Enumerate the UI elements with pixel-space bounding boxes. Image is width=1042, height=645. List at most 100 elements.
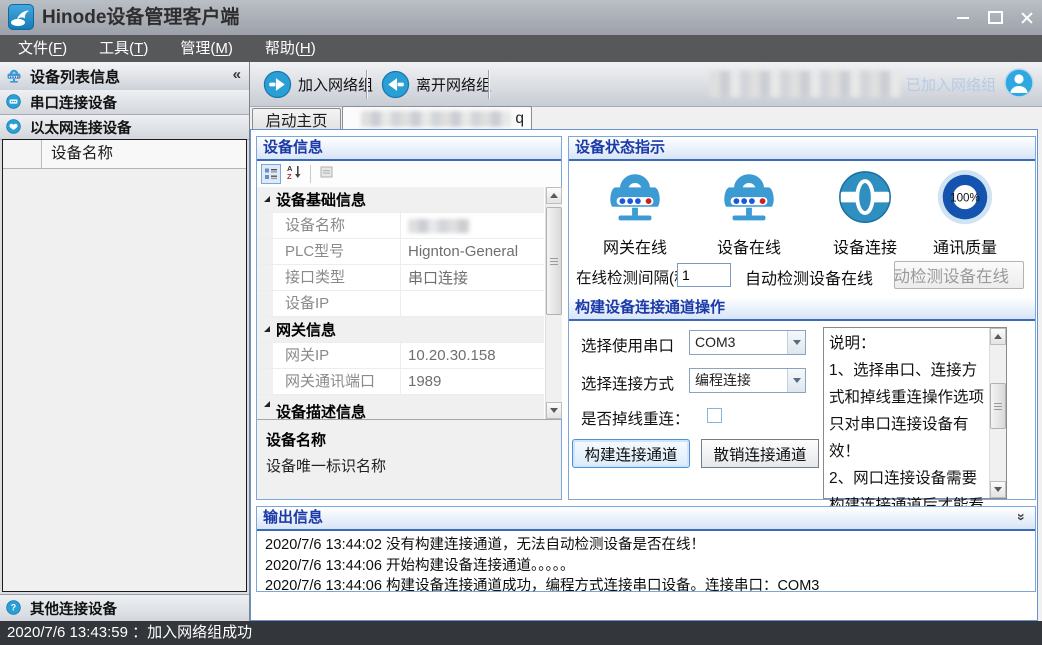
selected-property-description: 设备唯一标识名称 — [266, 455, 386, 476]
dropdown-button[interactable] — [787, 369, 805, 392]
device-name-column-header[interactable]: 设备名称 — [42, 140, 246, 168]
chevron-down-icon — [793, 340, 801, 345]
menu-file[interactable]: 文件(F) — [2, 35, 83, 62]
device-list-header-row: 设备名称 — [3, 140, 246, 169]
dropdown-button[interactable] — [787, 331, 805, 354]
gateway-online-indicator: 网关在线 — [587, 167, 683, 258]
categorized-view-icon — [264, 167, 278, 181]
main-toolbar: 加入网络组 离开网络组 已加入网络组 — [250, 62, 1042, 107]
maximize-button[interactable] — [980, 0, 1010, 35]
connect-mode-value: 编程连接 — [690, 369, 787, 392]
tab-device[interactable]: q — [342, 106, 532, 130]
sidebar-collapse-button[interactable]: « — [233, 66, 241, 83]
note-scrollbar[interactable] — [989, 328, 1006, 498]
category-label: 网关信息 — [276, 319, 336, 340]
output-panel: 输出信息 » 2020/7/6 13:44:02 没有构建连接通道，无法自动检测… — [256, 506, 1036, 592]
menu-manage[interactable]: 管理(M) — [164, 35, 249, 62]
device-list-table: 设备名称 — [2, 139, 247, 592]
close-button[interactable] — [1012, 0, 1042, 35]
output-collapse-button[interactable]: » — [1014, 513, 1030, 521]
property-category-row[interactable]: 设备基础信息 — [257, 187, 544, 213]
scroll-up-button[interactable] — [990, 328, 1006, 345]
tab-home[interactable]: 启动主页 — [252, 108, 341, 130]
category-label: 设备描述信息 — [276, 401, 366, 419]
device-list-icon — [6, 68, 22, 84]
online-check-row: 在线检测间隔(秒 自动检测设备在线 自动检测设备在线 — [569, 261, 1035, 291]
scroll-down-button[interactable] — [546, 402, 562, 419]
property-row[interactable]: 网关IP 10.20.30.158 — [257, 343, 544, 369]
property-row[interactable]: 网关通讯端口 1989 — [257, 369, 544, 395]
property-row[interactable]: 设备IP — [257, 291, 544, 317]
leave-network-group-button[interactable]: 离开网络组 — [374, 69, 498, 100]
comm-quality-value: 100% — [950, 191, 980, 204]
device-online-indicator: 设备在线 — [701, 167, 797, 258]
channel-panel-title: 构建设备连接通道操作 — [569, 297, 1035, 321]
svg-text:Z: Z — [287, 172, 292, 180]
serial-port-combobox[interactable]: COM3 — [689, 330, 806, 355]
auto-detect-label: 自动检测设备在线 — [745, 265, 873, 289]
property-grid-scrollbar[interactable] — [545, 187, 562, 419]
menu-help[interactable]: 帮助(H) — [249, 35, 332, 62]
property-grid: 设备基础信息 设备名称 PLC型号 Hignton-General 接口类型 串… — [257, 187, 544, 419]
property-category-row[interactable]: 设备描述信息 — [257, 395, 544, 419]
scroll-down-button[interactable] — [990, 481, 1006, 498]
alphabetical-sort-button[interactable]: A Z — [286, 164, 302, 185]
minimize-button[interactable] — [948, 0, 978, 35]
output-panel-title: 输出信息 — [257, 507, 1035, 531]
sidebar-item-other-devices[interactable]: ? 其他连接设备 — [0, 594, 249, 621]
sidebar-header[interactable]: 设备列表信息 « — [0, 62, 249, 91]
property-category-row[interactable]: 网关信息 — [257, 317, 544, 343]
instruction-note-text: 说明： 1、选择串口、连接方式和掉线重连操作选项只对串口连接设备有效！ 2、网口… — [829, 330, 984, 519]
status-bar-message: 2020/7/6 13:43:59 ：加入网络组成功 — [7, 624, 252, 641]
scrollbar-thumb[interactable] — [546, 207, 562, 315]
sidebar-item-label: 其他连接设备 — [30, 598, 117, 619]
toolbar-separator — [310, 165, 311, 183]
svg-text:?: ? — [11, 603, 16, 613]
tab-home-label: 启动主页 — [265, 109, 327, 131]
status-panel-title: 设备状态指示 — [569, 137, 1035, 161]
join-network-group-button[interactable]: 加入网络组 — [256, 69, 380, 100]
status-bar: 2020/7/6 13:43:59 ：加入网络组成功 — [0, 621, 1042, 645]
output-log-list: 2020/7/6 13:44:02 没有构建连接通道，无法自动检测设备是否在线！… — [265, 535, 1027, 597]
connect-mode-combobox[interactable]: 编程连接 — [689, 368, 806, 393]
device-online-icon — [718, 167, 780, 231]
toolbar-separator — [366, 70, 368, 99]
collapse-arrow-icon — [264, 326, 270, 332]
build-channel-button[interactable]: 构建连接通道 — [572, 439, 690, 468]
selected-property-name: 设备名称 — [266, 429, 326, 450]
chevron-down-icon — [793, 378, 801, 383]
redacted-username-region — [710, 71, 900, 97]
window-title: Hinode设备管理客户端 — [42, 0, 239, 35]
property-row[interactable]: PLC型号 Hignton-General — [257, 239, 544, 265]
menu-bar: 文件(F) 工具(T) 管理(M) 帮助(H) — [0, 35, 1042, 62]
revoke-channel-button[interactable]: 散销连接通道 — [701, 439, 819, 468]
toolbar-separator — [488, 70, 490, 99]
tab-device-label-suffix: q — [515, 110, 524, 128]
property-pages-button[interactable] — [319, 164, 335, 185]
interval-input[interactable] — [677, 263, 731, 287]
device-info-panel: 设备信息 A Z — [256, 136, 562, 500]
sidebar-item-ethernet-devices[interactable]: 以太网连接设备 — [0, 115, 249, 140]
scrollbar-thumb[interactable] — [990, 383, 1006, 429]
user-avatar[interactable] — [1004, 68, 1034, 98]
property-row[interactable]: 设备名称 — [257, 213, 544, 239]
sidebar-item-serial-devices[interactable]: 串口连接设备 — [0, 90, 249, 115]
interval-label: 在线检测间隔(秒 — [576, 266, 680, 288]
property-row[interactable]: 接口类型 串口连接 — [257, 265, 544, 291]
sidebar-item-label: 串口连接设备 — [30, 92, 117, 113]
join-network-label: 加入网络组 — [298, 74, 373, 95]
scroll-up-button[interactable] — [546, 187, 562, 204]
propertygrid-toolbar: A Z — [257, 161, 561, 187]
category-label: 设备基础信息 — [276, 189, 366, 210]
app-window: Hinode设备管理客户端 文件(F) 工具(T) 管理(M) 帮助(H) — [0, 0, 1042, 645]
categorized-view-button[interactable] — [261, 164, 281, 184]
reconnect-checkbox[interactable] — [707, 408, 722, 423]
device-list-sidebar: 设备列表信息 « 串口连接设备 以太网连接设备 — [0, 62, 250, 621]
menu-tools[interactable]: 工具(T) — [83, 35, 164, 62]
redacted-tab-label — [361, 111, 511, 127]
leave-network-icon — [381, 70, 410, 99]
az-sort-icon: A Z — [286, 164, 302, 180]
auto-detect-button[interactable]: 自动检测设备在线 — [894, 261, 1024, 289]
serial-port-value: COM3 — [690, 331, 787, 354]
row-selector-header[interactable] — [3, 140, 42, 168]
